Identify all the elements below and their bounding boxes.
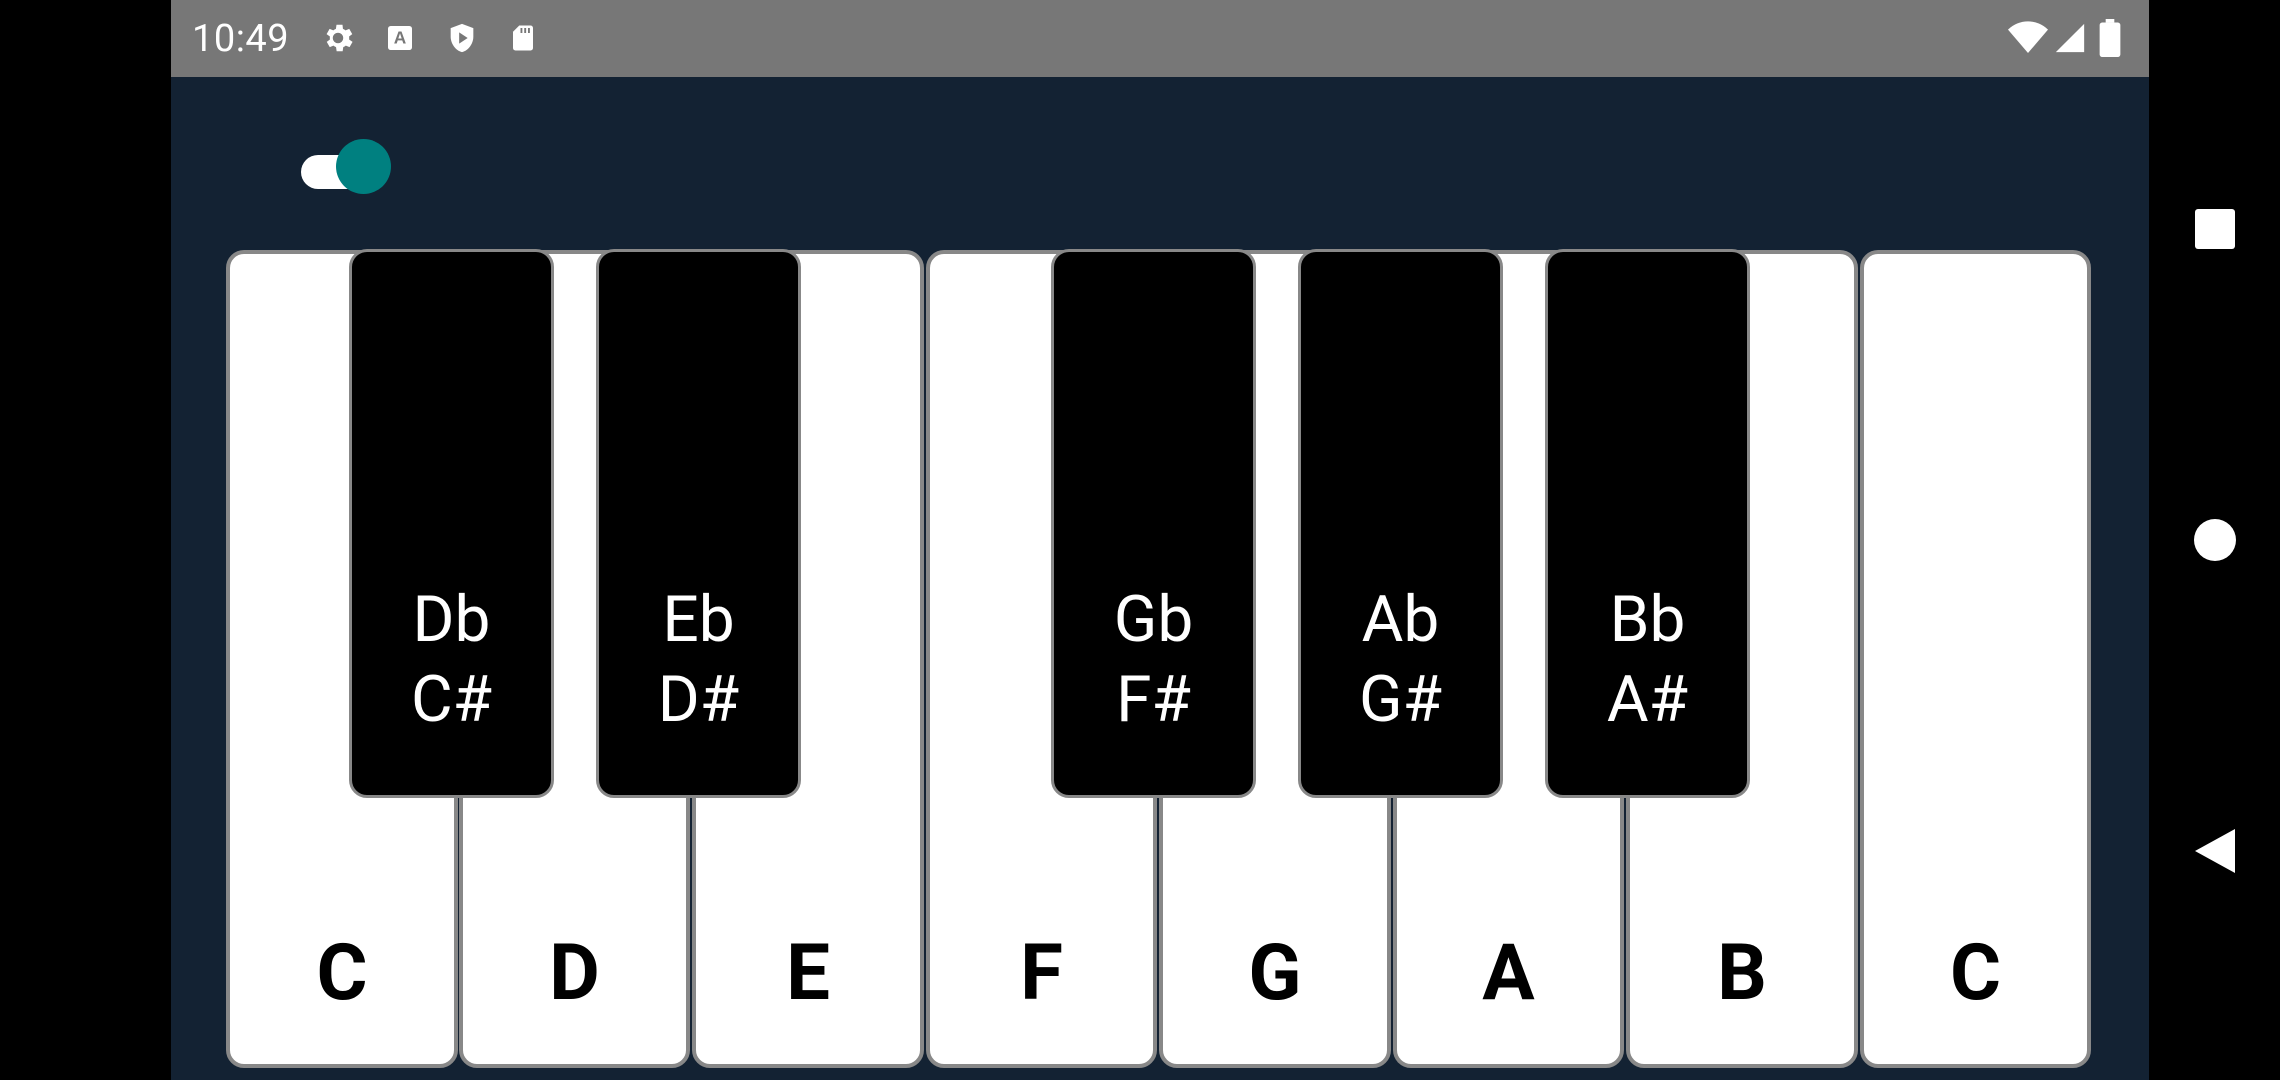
text-a-icon: A [381,19,419,57]
key-label: D [549,928,600,1019]
toggle-thumb [336,139,391,194]
key-label-sharp: G# [1359,662,1442,737]
key-label: C [316,928,368,1019]
back-triangle-icon [2194,829,2235,873]
black-key-db[interactable]: Db C# [349,249,554,798]
gear-icon [319,19,357,57]
svg-text:A: A [394,27,407,47]
navigation-bar [2149,0,2280,1080]
black-key-bb[interactable]: Bb A# [1545,249,1750,798]
status-bar: 10:49 A [171,0,2149,77]
black-key-ab[interactable]: Ab G# [1298,249,1503,798]
key-label-flat: Gb [1113,582,1194,657]
toggle-switch[interactable] [301,139,392,195]
key-label-flat: Eb [662,582,735,657]
key-label-sharp: A# [1606,662,1689,737]
key-label-sharp: D# [657,662,740,737]
recents-square-icon [2194,209,2235,249]
wifi-icon [2007,19,2049,57]
recents-button[interactable] [2149,195,2280,263]
key-label-flat: Ab [1361,582,1440,657]
key-label-flat: Bb [1609,582,1686,657]
key-label: A [1482,928,1535,1019]
cell-signal-icon [2051,19,2089,57]
home-circle-icon [2193,519,2236,561]
back-button[interactable] [2149,815,2280,887]
key-label-sharp: C# [410,662,493,737]
key-label: B [1717,928,1767,1019]
app-screen: 10:49 A C D E F G A B C Db C# Eb D# Gb F… [171,0,2149,1080]
key-label: G [1248,928,1302,1019]
sd-card-icon [504,19,542,57]
black-key-gb[interactable]: Gb F# [1051,249,1256,798]
key-label-sharp: F# [1116,662,1191,737]
black-key-eb[interactable]: Eb D# [596,249,801,798]
key-label: C [1949,928,2002,1019]
home-button[interactable] [2149,505,2280,575]
status-time: 10:49 [192,17,290,61]
white-key-c-high[interactable]: C [1860,250,2091,1068]
key-label-flat: Db [412,582,491,657]
shield-play-icon [443,19,481,57]
key-label: F [1020,928,1063,1019]
battery-icon [2095,19,2125,57]
key-label: E [786,928,830,1019]
